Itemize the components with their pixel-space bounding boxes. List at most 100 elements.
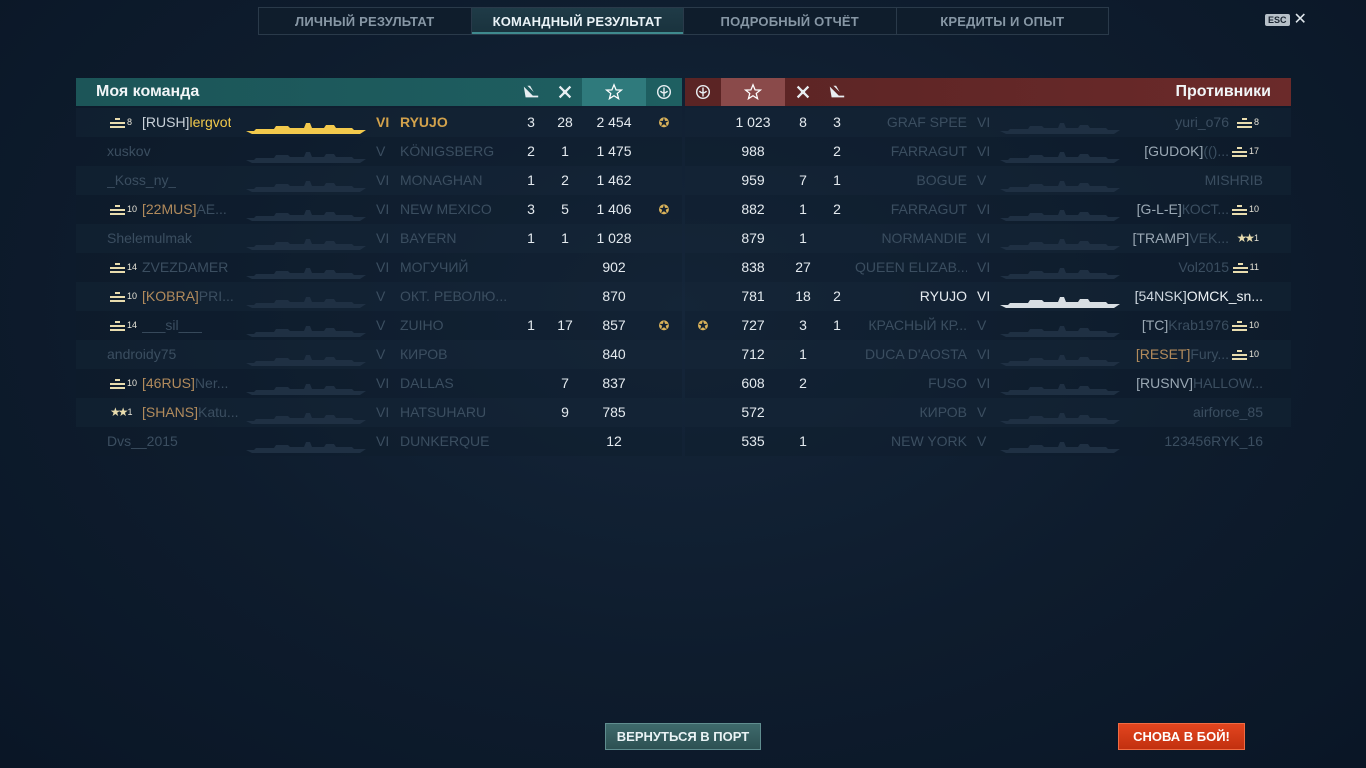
ship-silhouette bbox=[246, 261, 366, 279]
base-xp: 12 bbox=[606, 433, 622, 449]
enemy-team-row[interactable]: 1 023 8 3 GRAF SPEE VI yuri_o76 8 bbox=[685, 108, 1291, 137]
my-team-row[interactable]: 10 [22MUS]AE... VI NEW MEXICO 3 5 1 406 ✪ bbox=[76, 195, 682, 224]
my-team-row[interactable]: Shelemulmak VI BAYERN 1 1 1 028 bbox=[76, 224, 682, 253]
ship-silhouette-icon bbox=[1000, 210, 1120, 221]
base-xp: 727 bbox=[741, 317, 765, 333]
enemy-team-row[interactable]: 781 18 2 RYUJO VI [54NSK]OMCK_sn... bbox=[685, 282, 1291, 311]
my-team-row[interactable]: 14 ___sil___ V ZUIHO 1 17 857 ✪ bbox=[76, 311, 682, 340]
ship-tier: VI bbox=[977, 288, 991, 304]
clan-tag: [SHANS] bbox=[142, 404, 199, 420]
enemy-team-row[interactable]: 535 1 NEW YORK V 123456RYK_16 bbox=[685, 427, 1291, 456]
enemy-team-row[interactable]: 882 1 2 FARRAGUT VI [G-L-E]КОСТ... 10 bbox=[685, 195, 1291, 224]
base-xp-column-star-icon-enemy[interactable] bbox=[721, 78, 785, 106]
player-name: OMCK_sn... bbox=[1186, 288, 1263, 304]
my-team-row[interactable]: 14 ZVEZDAMER VI МОГУЧИЙ 902 bbox=[76, 253, 682, 282]
planes-destroyed: 1 bbox=[527, 230, 535, 246]
ships-destroyed bbox=[549, 253, 581, 282]
ship-tier: VI bbox=[376, 230, 390, 246]
tab-team-result[interactable]: КОМАНДНЫЙ РЕЗУЛЬТАТ bbox=[471, 8, 684, 34]
achievement-emblem-icon bbox=[687, 427, 719, 456]
my-team-row[interactable]: 8 [RUSH]lergvot VI RYUJO 3 28 2 454 ✪ bbox=[76, 108, 682, 137]
ship-silhouette bbox=[1000, 261, 1120, 279]
ship-silhouette-icon bbox=[246, 442, 366, 453]
ships-destroyed bbox=[549, 427, 581, 456]
ship-silhouette bbox=[246, 174, 366, 192]
base-xp: 535 bbox=[741, 433, 765, 449]
player-rank: 11 bbox=[1232, 253, 1259, 282]
base-xp: 2 454 bbox=[596, 114, 632, 130]
ship-silhouette bbox=[1000, 145, 1120, 163]
my-team-row[interactable]: ★★ 1 [SHANS]Katu... VI HATSUHARU 9 785 bbox=[76, 398, 682, 427]
base-xp: 785 bbox=[602, 404, 626, 420]
ship-name: ОКТ. РЕВОЛЮ... bbox=[400, 288, 508, 304]
player-name: КОСТ... bbox=[1181, 201, 1229, 217]
enemy-team-row[interactable]: 879 1 NORMANDIE VI [TRAMP]VEK... ★★ 1 bbox=[685, 224, 1291, 253]
ship-name: МОГУЧИЙ bbox=[400, 259, 469, 275]
return-to-port-button[interactable]: ВЕРНУТЬСЯ В ПОРТ bbox=[605, 723, 761, 750]
my-team-row[interactable]: _Koss_ny_ VI MONAGHAN 1 2 1 462 bbox=[76, 166, 682, 195]
ship-silhouette bbox=[246, 377, 366, 395]
ship-name: MONAGHAN bbox=[400, 172, 483, 188]
player-name: HALLOW... bbox=[1192, 375, 1263, 391]
player-name: Krab1976 bbox=[1168, 317, 1229, 333]
enemy-team-row[interactable]: 712 1 DUCA D'AOSTA VI [RESET]Fury... 10 bbox=[685, 340, 1291, 369]
my-team-header: Моя команда bbox=[76, 78, 682, 106]
enemy-team-row[interactable]: 838 27 QUEEN ELIZAB... VI Vol2015 11 bbox=[685, 253, 1291, 282]
ships-destroyed: 7 bbox=[799, 172, 807, 188]
achievement-emblem-icon bbox=[687, 340, 719, 369]
achievement-emblem-icon bbox=[648, 340, 680, 369]
rank-chevron-icon bbox=[1232, 262, 1248, 273]
close-icon[interactable]: ✕ bbox=[1294, 12, 1307, 28]
player-name-cell: yuri_o76 bbox=[1175, 108, 1229, 137]
enemy-team-row[interactable]: 608 2 FUSO VI [RUSNV]HALLOW... bbox=[685, 369, 1291, 398]
enemy-team-row[interactable]: 959 7 1 BOGUE V MISHRIB bbox=[685, 166, 1291, 195]
base-xp-column-star-icon[interactable] bbox=[582, 78, 646, 106]
my-team-row[interactable]: Dvs__2015 VI DUNKERQUE 12 bbox=[76, 427, 682, 456]
planes-destroyed-column-icon[interactable] bbox=[516, 78, 546, 106]
my-team-row[interactable]: androidy75 V КИРОВ 840 bbox=[76, 340, 682, 369]
my-team-row[interactable]: 10 [KOBRA]PRI... V ОКТ. РЕВОЛЮ... 870 bbox=[76, 282, 682, 311]
ship-tier: VI bbox=[977, 143, 991, 159]
my-team-row[interactable]: 10 [46RUS]Ner... VI DALLAS 7 837 bbox=[76, 369, 682, 398]
ship-silhouette bbox=[246, 116, 366, 134]
planes-destroyed: 2 bbox=[527, 143, 535, 159]
player-rank: 10 bbox=[1231, 311, 1259, 340]
ships-destroyed: 1 bbox=[799, 346, 807, 362]
achievement-emblem-icon bbox=[687, 369, 719, 398]
player-rank: 17 bbox=[1231, 137, 1259, 166]
ship-silhouette-icon bbox=[246, 123, 366, 134]
my-team-row[interactable]: xuskov V KÖNIGSBERG 2 1 1 475 bbox=[76, 137, 682, 166]
planes-destroyed bbox=[516, 427, 546, 456]
tab-credits-and-xp[interactable]: КРЕДИТЫ И ОПЫТ bbox=[897, 8, 1109, 34]
achievement-column-emblem-icon[interactable] bbox=[648, 78, 680, 106]
player-name-cell: [G-L-E]КОСТ... bbox=[1137, 195, 1229, 224]
close-control[interactable]: ESC ✕ bbox=[1265, 12, 1307, 28]
ships-destroyed-column-icon-enemy[interactable] bbox=[787, 78, 819, 106]
rank-chevron-icon bbox=[110, 320, 125, 331]
battle-again-button[interactable]: СНОВА В БОЙ! bbox=[1118, 723, 1245, 750]
ship-tier: V bbox=[376, 346, 386, 362]
enemy-team-row[interactable]: 572 КИРОВ Vairforce_85 bbox=[685, 398, 1291, 427]
planes-destroyed-column-icon-enemy[interactable] bbox=[821, 78, 853, 106]
clan-tag: [GUDOK] bbox=[1144, 143, 1204, 159]
tab-personal-result[interactable]: ЛИЧНЫЙ РЕЗУЛЬТАТ bbox=[259, 8, 472, 34]
ship-tier: VI bbox=[376, 404, 390, 420]
ship-name: HATSUHARU bbox=[400, 404, 487, 420]
ships-destroyed-column-icon[interactable] bbox=[549, 78, 581, 106]
ship-silhouette-icon bbox=[246, 413, 366, 424]
player-name: ZVEZDAMER bbox=[142, 259, 229, 275]
player-name: VEK... bbox=[1189, 230, 1229, 246]
ships-destroyed: 1 bbox=[799, 230, 807, 246]
achievement-column-emblem-icon-enemy[interactable] bbox=[687, 78, 719, 106]
enemy-team-row[interactable]: 988 2 FARRAGUT VI [GUDOK](()... 17 bbox=[685, 137, 1291, 166]
tab-detailed-report[interactable]: ПОДРОБНЫЙ ОТЧЁТ bbox=[684, 8, 897, 34]
player-rank: 10 bbox=[1231, 195, 1259, 224]
player-rank: ★★ 1 bbox=[110, 398, 133, 427]
rank-chevron-icon bbox=[1231, 320, 1247, 331]
ships-destroyed: 27 bbox=[795, 259, 811, 275]
player-name-cell: Dvs__2015 bbox=[107, 427, 178, 456]
ship-tier: VI bbox=[376, 259, 390, 275]
achievement-emblem-icon: ✪ bbox=[658, 318, 670, 333]
enemy-team-row[interactable]: ✪ 727 3 1 КРАСНЫЙ КР... V [TC]Krab1976 10 bbox=[685, 311, 1291, 340]
ships-destroyed bbox=[787, 137, 819, 166]
